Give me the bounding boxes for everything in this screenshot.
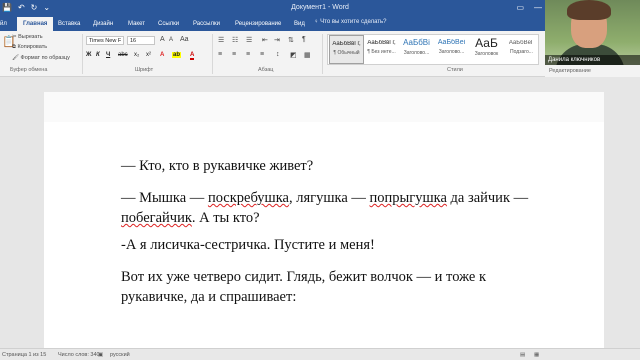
page-header-area xyxy=(44,92,604,122)
group-divider xyxy=(322,34,323,74)
print-layout-icon[interactable]: ▦ xyxy=(534,352,539,358)
webcam-overlay: Данила ключников Редактирование xyxy=(545,0,640,77)
style-heading-2[interactable]: АаБбВеі Заголово... xyxy=(434,35,469,64)
tab-home[interactable]: Главная xyxy=(17,17,54,31)
font-size-box[interactable]: 16 xyxy=(127,36,155,45)
tab-view[interactable]: Вид xyxy=(294,17,305,31)
tell-me-label: Что вы хотите сделать? xyxy=(320,19,387,25)
spelling-error[interactable]: побегайчик xyxy=(121,210,192,226)
presenter-hair xyxy=(567,0,611,20)
tab-review[interactable]: Рецензирование xyxy=(235,17,281,31)
brush-icon: 🖌 xyxy=(12,55,21,61)
superscript-button[interactable]: x² xyxy=(146,52,151,58)
paragraph-1: — Кто, кто в рукавичке живет? xyxy=(121,158,314,174)
style-subtitle[interactable]: АаБбВеГ Подзаго... xyxy=(504,35,539,64)
tab-design[interactable]: Дизайн xyxy=(93,17,113,31)
ribbon-display-options-icon[interactable]: ▭ xyxy=(516,3,524,12)
group-divider xyxy=(82,34,83,74)
status-bar: Страница 1 из 15 Число слов: 340 ▣ русск… xyxy=(0,348,640,360)
show-formatting-button[interactable]: ¶ xyxy=(302,36,306,43)
justify-icon[interactable]: ≡ xyxy=(260,51,264,58)
decrease-indent-icon[interactable]: ⇤ xyxy=(262,36,268,44)
style-normal[interactable]: АаБбВвГг, ¶ Обычный xyxy=(329,35,364,64)
read-mode-icon[interactable]: ▤ xyxy=(520,352,525,358)
align-center-icon[interactable]: ≡ xyxy=(232,51,236,58)
ruler-area xyxy=(0,77,640,92)
language[interactable]: русский xyxy=(110,352,130,358)
text-effects-icon[interactable]: A xyxy=(160,52,164,58)
strikethrough-button[interactable]: abc xyxy=(118,52,128,58)
spelling-error[interactable]: поскребушка xyxy=(208,190,289,206)
style-title[interactable]: АаБ Заголовок xyxy=(469,35,504,64)
format-painter-button[interactable]: 🖌 Формат по образцу xyxy=(12,55,70,61)
font-group-label: Шрифт xyxy=(135,67,154,73)
bullets-icon[interactable]: ☰ xyxy=(218,36,224,44)
spelling-error[interactable]: попрыгушка xyxy=(370,190,447,206)
underline-button[interactable]: Ч xyxy=(106,52,110,58)
bold-button[interactable]: Ж xyxy=(86,52,91,58)
tab-layout[interactable]: Макет xyxy=(128,17,145,31)
proofing-icon[interactable]: ▣ xyxy=(98,352,103,358)
copy-button[interactable]: ⧉ Копировать xyxy=(12,44,47,51)
group-divider xyxy=(212,34,213,74)
window-title: Документ1 - Word xyxy=(291,4,349,11)
tell-me-search[interactable]: ♀ Что вы хотите сделать? xyxy=(314,19,387,25)
align-left-icon[interactable]: ≡ xyxy=(218,51,222,58)
minimize-button[interactable]: — xyxy=(534,3,542,12)
page-count[interactable]: Страница 1 из 15 xyxy=(2,352,46,358)
grow-font-button[interactable]: A xyxy=(160,36,165,43)
numbering-icon[interactable]: ☷ xyxy=(232,36,238,44)
paragraph-4: Вот их уже четверо сидит. Глядь, бежит в… xyxy=(121,269,487,305)
styles-gallery: АаБбВвГг, ¶ Обычный АаБбВвГг, ¶ Без инте… xyxy=(327,34,539,65)
shading-icon[interactable]: ◩ xyxy=(290,51,297,59)
editing-group-label: Редактирование xyxy=(545,65,640,77)
font-color-icon[interactable]: A xyxy=(190,52,195,60)
cut-button[interactable]: ✂ Вырезать xyxy=(12,34,43,40)
paragraph-3: -А я лисичка-сестричка. Пустите и меня! xyxy=(121,237,375,253)
tab-mailings[interactable]: Рассылки xyxy=(193,17,220,31)
sort-icon[interactable]: ⇅ xyxy=(288,36,294,44)
word-count[interactable]: Число слов: 340 xyxy=(58,352,100,358)
tab-references[interactable]: Ссылки xyxy=(158,17,179,31)
styles-group-label: Стили xyxy=(447,67,463,73)
multilevel-list-icon[interactable]: ☰ xyxy=(246,36,252,44)
increase-indent-icon[interactable]: ⇥ xyxy=(274,36,280,44)
title-bar: 💾 ↶ ↻ ⌄ Документ1 - Word ▭ — xyxy=(0,0,640,17)
tab-file[interactable]: йл xyxy=(0,17,7,31)
document-page[interactable]: — Кто, кто в рукавичке живет? — Мышка — … xyxy=(44,92,604,348)
ribbon-tabs: йл Главная Вставка Дизайн Макет Ссылки Р… xyxy=(0,17,640,31)
shrink-font-button[interactable]: A xyxy=(169,37,173,43)
line-spacing-icon[interactable]: ↕ xyxy=(276,51,280,58)
italic-button[interactable]: К xyxy=(96,52,100,58)
change-case-button[interactable]: Aa xyxy=(180,36,189,43)
style-no-spacing[interactable]: АаБбВвГг, ¶ Без инте... xyxy=(364,35,399,64)
style-heading-1[interactable]: АаБбВі Заголово... xyxy=(399,35,434,64)
subscript-button[interactable]: x₂ xyxy=(134,52,139,58)
font-name-box[interactable]: Times New F xyxy=(86,36,124,45)
highlight-icon[interactable]: ab xyxy=(172,52,182,58)
clipboard-group-label: Буфер обмена xyxy=(10,67,48,73)
paragraph-group-label: Абзац xyxy=(258,67,274,73)
presenter-name: Данила ключников xyxy=(545,55,640,65)
align-right-icon[interactable]: ≡ xyxy=(246,51,250,58)
tab-insert[interactable]: Вставка xyxy=(58,17,80,31)
ribbon: 📋 ✂ Вырезать ⧉ Копировать 🖌 Формат по об… xyxy=(0,31,545,77)
paragraph-2: — Мышка — поскребушка, лягушка — попрыгу… xyxy=(121,190,529,226)
borders-icon[interactable]: ▦ xyxy=(304,51,311,59)
